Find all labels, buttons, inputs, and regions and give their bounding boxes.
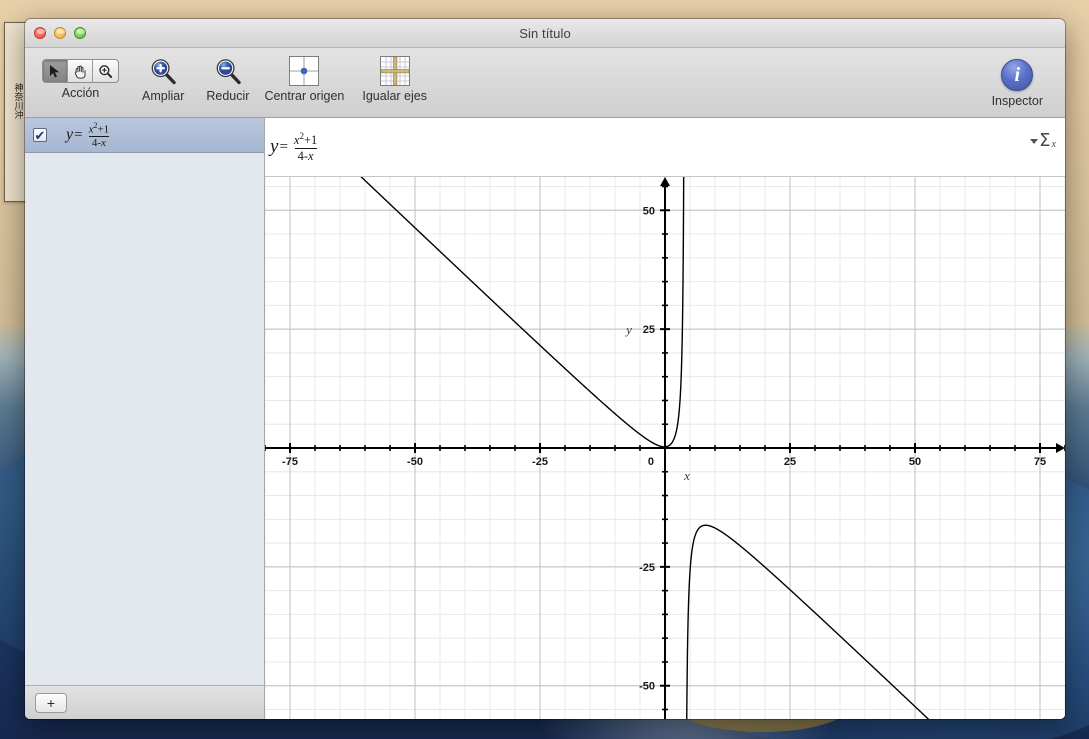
right-branch bbox=[686, 524, 930, 719]
equation-math: y = x2+1 4-x bbox=[66, 121, 112, 150]
center-origin-icon[interactable] bbox=[289, 56, 320, 86]
equation-list: ✔ y = x2+1 4-x bbox=[25, 118, 264, 685]
graph-numerator-tail: +1 bbox=[303, 133, 318, 148]
sidebar-footer: + bbox=[25, 685, 264, 719]
graph-numerator: x2+1 bbox=[291, 131, 320, 148]
toolbar-item-igualar-ejes[interactable]: Igualar ejes bbox=[362, 54, 427, 103]
sigma-subscript: x bbox=[1051, 139, 1056, 150]
graph-denominator-prefix: 4- bbox=[297, 148, 309, 163]
list-item[interactable]: ✔ y = x2+1 4-x bbox=[25, 118, 264, 153]
magnifier-icon[interactable] bbox=[93, 60, 118, 82]
svg-text:50: 50 bbox=[643, 205, 655, 217]
svg-text:-75: -75 bbox=[282, 456, 298, 468]
window-body: ✔ y = x2+1 4-x + y = x2+1 4-x Σ x -75 -5… bbox=[25, 118, 1065, 719]
zoom-out-icon[interactable] bbox=[213, 56, 243, 86]
svg-text:75: 75 bbox=[1034, 456, 1046, 468]
graph-equation-lhs: y bbox=[270, 136, 279, 157]
svg-text:-25: -25 bbox=[639, 562, 655, 574]
equation-lhs: y bbox=[66, 126, 74, 143]
equation-visibility-checkbox[interactable]: ✔ bbox=[33, 128, 47, 142]
window-titlebar[interactable]: Sin título bbox=[25, 19, 1065, 48]
wallpaper-scroll-text: 神奈川沖 bbox=[12, 83, 23, 119]
graph-panel: y = x2+1 4-x Σ x -75 -50 -25 0 25 50 75 50 25 -25-… bbox=[265, 118, 1065, 719]
svg-text:y: y bbox=[624, 322, 632, 337]
toolbar: Acción Ampliar Reducir Centrar origen Ig… bbox=[25, 48, 1065, 118]
graph-equation[interactable]: y = x2+1 4-x bbox=[270, 131, 320, 163]
sigma-icon: Σ bbox=[1039, 130, 1051, 151]
toolbar-item-inspector[interactable]: i Inspector bbox=[992, 59, 1043, 108]
action-label: Acción bbox=[61, 86, 100, 100]
equalize-axes-icon[interactable] bbox=[379, 56, 410, 86]
action-segmented-control[interactable] bbox=[42, 59, 119, 83]
equation-fraction: x2+1 4-x bbox=[86, 121, 113, 150]
graph-denominator-var: x bbox=[308, 148, 314, 163]
graph-header: y = x2+1 4-x Σ x bbox=[265, 118, 1065, 177]
svg-text:-50: -50 bbox=[407, 456, 423, 468]
equations-sidebar: ✔ y = x2+1 4-x + bbox=[25, 118, 265, 719]
zoom-in-icon[interactable] bbox=[148, 56, 178, 86]
add-equation-button[interactable]: + bbox=[35, 692, 67, 713]
graph-equation-fraction: x2+1 4-x bbox=[291, 131, 320, 163]
info-icon[interactable]: i bbox=[1001, 59, 1034, 91]
arrow-pointer-icon[interactable] bbox=[43, 60, 68, 82]
svg-text:x: x bbox=[683, 468, 690, 483]
hand-grab-icon[interactable] bbox=[68, 60, 93, 82]
equation-equals: = bbox=[74, 126, 83, 143]
equation-numerator: x2+1 bbox=[86, 121, 113, 136]
window-title: Sin título bbox=[519, 25, 571, 41]
equation-denominator: 4-x bbox=[88, 135, 109, 150]
chevron-down-icon[interactable] bbox=[1030, 138, 1039, 144]
graph-denominator: 4-x bbox=[294, 147, 317, 163]
svg-text:0: 0 bbox=[648, 456, 654, 468]
toolbar-action-group: Acción bbox=[42, 54, 119, 100]
plot-svg[interactable]: -75 -50 -25 0 25 50 75 50 25 -25 -50 x y bbox=[265, 177, 1065, 719]
svg-text:25: 25 bbox=[784, 456, 796, 468]
plot-area[interactable]: -75 -50 -25 0 25 50 75 50 25 -25 -50 x y bbox=[265, 177, 1065, 719]
numerator-tail: +1 bbox=[97, 123, 110, 136]
svg-text:50: 50 bbox=[909, 456, 921, 468]
left-branch bbox=[360, 177, 685, 448]
equation-formula[interactable]: y = x2+1 4-x bbox=[66, 121, 112, 150]
ampliar-label: Ampliar bbox=[142, 89, 185, 103]
centrar-origen-label: Centrar origen bbox=[264, 89, 345, 103]
denominator-prefix: 4- bbox=[91, 136, 102, 149]
svg-text:-25: -25 bbox=[532, 456, 548, 468]
denominator-var: x bbox=[101, 136, 106, 149]
sigma-function-menu[interactable]: Σ x bbox=[1030, 132, 1056, 150]
toolbar-item-reducir[interactable]: Reducir bbox=[206, 54, 249, 103]
inspector-label: Inspector bbox=[991, 94, 1043, 108]
app-window: Sin título Acción Ampliar Reducir Centra… bbox=[25, 19, 1065, 719]
graph-equation-equals: = bbox=[279, 138, 288, 155]
svg-text:25: 25 bbox=[643, 324, 655, 336]
reducir-label: Reducir bbox=[206, 89, 250, 103]
toolbar-item-centrar-origen[interactable]: Centrar origen bbox=[264, 54, 344, 103]
igualar-ejes-label: Igualar ejes bbox=[362, 89, 427, 103]
svg-text:-50: -50 bbox=[639, 681, 655, 693]
toolbar-item-ampliar[interactable]: Ampliar bbox=[142, 54, 184, 103]
